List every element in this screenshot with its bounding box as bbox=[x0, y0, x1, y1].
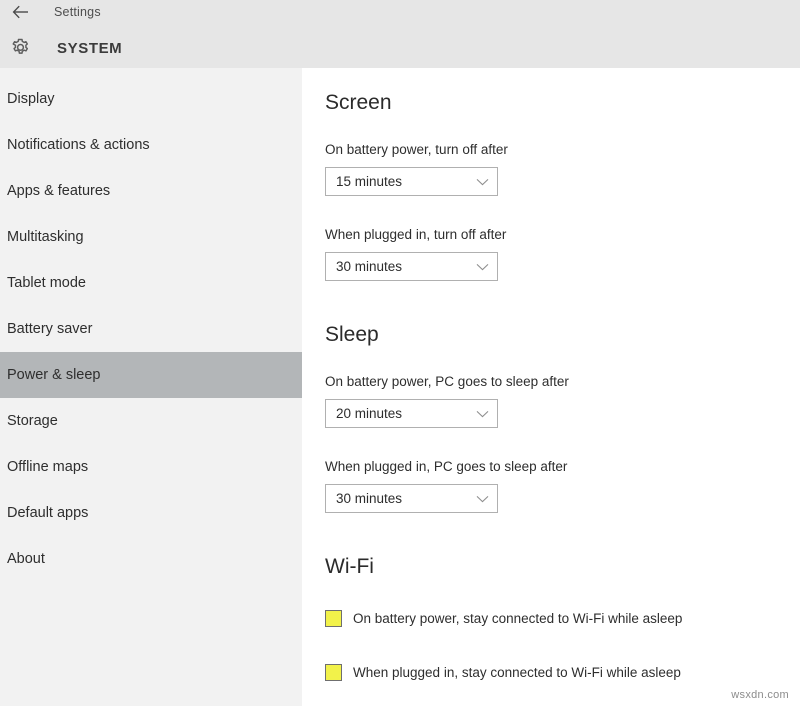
sidebar-item-battery-saver[interactable]: Battery saver bbox=[0, 306, 302, 352]
sleep-section-heading: Sleep bbox=[325, 323, 379, 347]
screen-plugged-dropdown[interactable]: 30 minutes bbox=[325, 252, 498, 281]
screen-plugged-value: 30 minutes bbox=[326, 259, 467, 274]
sidebar-item-multitasking[interactable]: Multitasking bbox=[0, 214, 302, 260]
settings-content-pane: Screen On battery power, turn off after … bbox=[302, 68, 800, 706]
page-header: SYSTEM bbox=[0, 28, 800, 68]
wifi-battery-checkbox-row[interactable]: On battery power, stay connected to Wi-F… bbox=[325, 610, 682, 627]
screen-battery-label: On battery power, turn off after bbox=[325, 142, 508, 157]
sidebar-item-label: About bbox=[7, 551, 45, 567]
chevron-down-icon bbox=[467, 263, 497, 271]
wifi-section-heading: Wi-Fi bbox=[325, 555, 374, 579]
page-title: SYSTEM bbox=[57, 40, 122, 57]
sidebar-item-label: Apps & features bbox=[7, 183, 110, 199]
chevron-down-icon bbox=[467, 178, 497, 186]
settings-sidebar: Display Notifications & actions Apps & f… bbox=[0, 68, 302, 706]
sleep-plugged-value: 30 minutes bbox=[326, 491, 467, 506]
sidebar-item-notifications-and-actions[interactable]: Notifications & actions bbox=[0, 122, 302, 168]
sidebar-item-default-apps[interactable]: Default apps bbox=[0, 490, 302, 536]
chevron-down-icon bbox=[467, 410, 497, 418]
sidebar-item-power-and-sleep[interactable]: Power & sleep bbox=[0, 352, 302, 398]
sleep-plugged-dropdown[interactable]: 30 minutes bbox=[325, 484, 498, 513]
sleep-plugged-label: When plugged in, PC goes to sleep after bbox=[325, 459, 567, 474]
sleep-battery-dropdown[interactable]: 20 minutes bbox=[325, 399, 498, 428]
sidebar-item-display[interactable]: Display bbox=[0, 76, 302, 122]
screen-plugged-label: When plugged in, turn off after bbox=[325, 227, 506, 242]
wifi-plugged-checkbox[interactable] bbox=[325, 664, 342, 681]
gear-icon bbox=[0, 28, 40, 68]
sidebar-item-apps-and-features[interactable]: Apps & features bbox=[0, 168, 302, 214]
sidebar-item-tablet-mode[interactable]: Tablet mode bbox=[0, 260, 302, 306]
sidebar-item-label: Display bbox=[7, 91, 55, 107]
wifi-battery-label: On battery power, stay connected to Wi-F… bbox=[353, 611, 682, 626]
sidebar-item-storage[interactable]: Storage bbox=[0, 398, 302, 444]
sleep-battery-value: 20 minutes bbox=[326, 406, 467, 421]
sidebar-item-label: Notifications & actions bbox=[7, 137, 150, 153]
sidebar-item-label: Default apps bbox=[7, 505, 88, 521]
screen-battery-dropdown[interactable]: 15 minutes bbox=[325, 167, 498, 196]
chevron-down-icon bbox=[467, 495, 497, 503]
screen-battery-value: 15 minutes bbox=[326, 174, 467, 189]
sleep-battery-label: On battery power, PC goes to sleep after bbox=[325, 374, 569, 389]
sidebar-item-label: Offline maps bbox=[7, 459, 88, 475]
app-header: Settings SYSTEM bbox=[0, 0, 800, 68]
sidebar-item-offline-maps[interactable]: Offline maps bbox=[0, 444, 302, 490]
sidebar-item-about[interactable]: About bbox=[0, 536, 302, 582]
app-title: Settings bbox=[54, 5, 101, 19]
wifi-plugged-label: When plugged in, stay connected to Wi-Fi… bbox=[353, 665, 681, 680]
watermark: wsxdn.com bbox=[731, 689, 789, 701]
title-bar: Settings bbox=[0, 0, 800, 24]
screen-section-heading: Screen bbox=[325, 91, 392, 115]
sidebar-item-label: Battery saver bbox=[7, 321, 92, 337]
sidebar-item-label: Tablet mode bbox=[7, 275, 86, 291]
back-arrow-icon[interactable] bbox=[0, 0, 40, 24]
sidebar-item-label: Multitasking bbox=[7, 229, 84, 245]
wifi-plugged-checkbox-row[interactable]: When plugged in, stay connected to Wi-Fi… bbox=[325, 664, 681, 681]
sidebar-item-label: Storage bbox=[7, 413, 58, 429]
wifi-battery-checkbox[interactable] bbox=[325, 610, 342, 627]
sidebar-item-label: Power & sleep bbox=[7, 367, 101, 383]
